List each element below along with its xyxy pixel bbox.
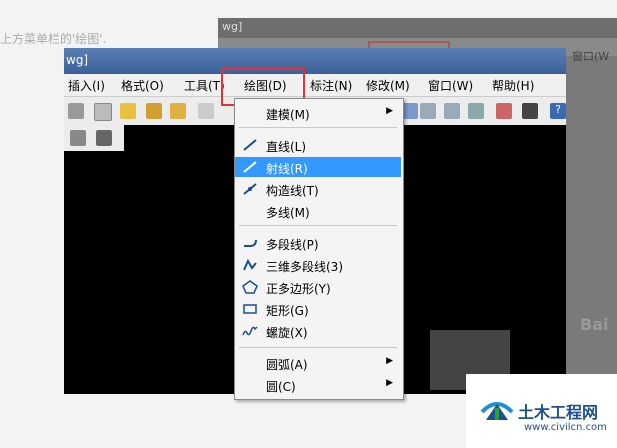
logo-url: www.civilcn.com xyxy=(524,422,607,433)
menu-item-polygon[interactable]: 正多边形(Y) xyxy=(235,277,401,297)
menu-item-ray[interactable]: 射线(R) xyxy=(235,157,401,177)
paste-icon[interactable] xyxy=(120,103,136,119)
match-properties-icon[interactable] xyxy=(170,103,186,119)
construction-line-icon xyxy=(243,183,257,195)
site-logo: 土木工程网 www.civilcn.com xyxy=(466,374,617,448)
ghost-window-menu: 窗口(W xyxy=(572,50,610,63)
menu-item-polyline[interactable]: 多段线(P) xyxy=(235,233,401,253)
help-icon[interactable]: ? xyxy=(550,103,566,119)
menu-insert[interactable]: 插入(I) xyxy=(68,77,105,94)
background-caption: 上方菜单栏的'绘图'. xyxy=(0,32,107,46)
menu-item-circle[interactable]: 圆(C) ▶ xyxy=(235,375,401,395)
rectangle-icon xyxy=(243,304,257,314)
menu-help[interactable]: 帮助(H) xyxy=(492,77,534,94)
menu-item-3d-polyline[interactable]: 三维多段线(3) xyxy=(235,255,401,275)
menu-item-helix[interactable]: 螺旋(X) xyxy=(235,321,401,341)
sheet-set-icon[interactable] xyxy=(468,103,484,119)
menu-item-label: 多段线(P) xyxy=(266,238,319,252)
draw-dropdown-menu: 建模(M) ▶ 直线(L) 射线(R) 构造线(T) 多线(M) 多段线(P) … xyxy=(234,98,404,400)
secondary-toolbar xyxy=(64,125,124,151)
submenu-arrow-icon: ▶ xyxy=(386,378,393,388)
undo-icon[interactable] xyxy=(198,103,214,119)
menu-separator xyxy=(239,127,397,128)
menu-item-label: 三维多段线(3) xyxy=(266,260,343,274)
tool-palette-icon[interactable] xyxy=(444,103,460,119)
menu-item-label: 矩形(G) xyxy=(266,304,309,318)
ray-icon xyxy=(243,161,257,173)
submenu-arrow-icon: ▶ xyxy=(386,106,393,116)
menu-item-construction-line[interactable]: 构造线(T) xyxy=(235,179,401,199)
ghost-title: wg] xyxy=(222,20,243,33)
menu-item-label: 多线(M) xyxy=(266,206,310,220)
ghost-titlebar xyxy=(218,18,617,38)
menu-item-rectangle[interactable]: 矩形(G) xyxy=(235,299,401,319)
menu-separator xyxy=(239,225,397,226)
block-icon[interactable] xyxy=(96,130,112,146)
menu-item-label: 建模(M) xyxy=(266,108,310,122)
menu-item-label: 圆(C) xyxy=(266,380,296,394)
calculator-icon[interactable] xyxy=(522,103,538,119)
menu-item-label: 射线(R) xyxy=(266,162,308,176)
polygon-icon xyxy=(242,280,258,294)
submenu-arrow-icon: ▶ xyxy=(386,356,393,366)
properties-icon[interactable] xyxy=(402,103,418,119)
menu-item-label: 螺旋(X) xyxy=(266,326,308,340)
design-center-icon[interactable] xyxy=(420,103,436,119)
markup-icon[interactable] xyxy=(496,103,512,119)
baidu-watermark: Bai xyxy=(580,315,609,334)
menu-item-label: 构造线(T) xyxy=(266,184,319,198)
line-icon xyxy=(243,139,257,151)
titlebar: wg] xyxy=(64,48,566,74)
logo-name: 土木工程网 xyxy=(518,403,599,422)
menu-item-label: 正多边形(Y) xyxy=(266,282,331,296)
menu-dimension[interactable]: 标注(N) xyxy=(310,77,352,94)
cut-icon[interactable] xyxy=(68,103,84,119)
menu-separator xyxy=(239,347,397,348)
menu-item-line[interactable]: 直线(L) xyxy=(235,135,401,155)
menu-item-modeling[interactable]: 建模(M) ▶ xyxy=(235,103,401,123)
brush-icon[interactable] xyxy=(146,103,162,119)
menu-tools[interactable]: 工具(T) xyxy=(184,77,225,94)
3d-polyline-icon xyxy=(243,258,257,271)
menu-item-multiline[interactable]: 多线(M) xyxy=(235,201,401,221)
menu-item-label: 圆弧(A) xyxy=(266,358,308,372)
logo-emblem-icon xyxy=(480,402,514,420)
menu-modify[interactable]: 修改(M) xyxy=(366,77,410,94)
menubar: 插入(I) 格式(O) 工具(T) 绘图(D) 标注(N) 修改(M) 窗口(W… xyxy=(64,74,566,97)
helix-icon xyxy=(242,326,258,336)
menu-format[interactable]: 格式(O) xyxy=(121,77,164,94)
window-title: wg] xyxy=(66,53,89,67)
menu-item-label: 直线(L) xyxy=(266,140,307,154)
gear-icon[interactable] xyxy=(70,130,86,146)
menu-item-arc[interactable]: 圆弧(A) ▶ xyxy=(235,353,401,373)
menu-window[interactable]: 窗口(W) xyxy=(428,77,473,94)
copy-icon[interactable] xyxy=(94,103,112,121)
polyline-icon xyxy=(244,239,257,247)
